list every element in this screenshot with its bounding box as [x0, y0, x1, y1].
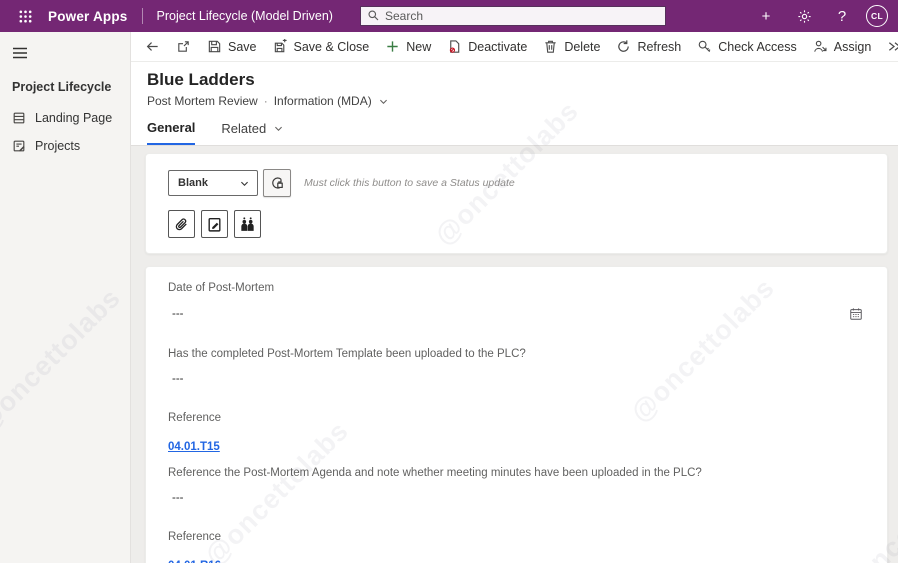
- tab-label: General: [147, 120, 195, 135]
- command-label: Save & Close: [294, 40, 370, 54]
- flow-icon: [887, 39, 898, 54]
- check-access-button[interactable]: Check Access: [689, 33, 805, 61]
- delete-button[interactable]: Delete: [535, 33, 608, 61]
- sidebar-item-projects[interactable]: Projects: [0, 132, 130, 160]
- topbar-divider: [142, 8, 143, 24]
- status-hint-text: Must click this button to save a Status …: [304, 177, 515, 189]
- save-and-close-button[interactable]: Save & Close: [265, 33, 378, 61]
- field-label: Reference the Post-Mortem Agenda and not…: [168, 467, 863, 479]
- attendees-button[interactable]: [234, 210, 261, 238]
- avatar[interactable]: CL: [866, 5, 888, 27]
- open-in-new-window-icon: [176, 39, 191, 54]
- waffle-menu-icon[interactable]: [10, 0, 40, 32]
- notes-edit-button[interactable]: [201, 210, 228, 238]
- gear-icon[interactable]: [790, 0, 818, 32]
- assign-person-icon: [813, 39, 828, 54]
- form-body: Blank: [131, 146, 898, 563]
- post-mortem-fields-card: Date of Post-Mortem ---: [145, 266, 888, 563]
- deactivate-button[interactable]: Deactivate: [439, 33, 535, 61]
- save-status-button[interactable]: [263, 169, 291, 197]
- form-pencil-icon: [12, 139, 26, 153]
- sidebar-item-label: Landing Page: [35, 111, 112, 125]
- command-bar: Save Save & Close: [131, 32, 898, 62]
- form-name: Information (MDA): [274, 94, 372, 108]
- attachment-button[interactable]: [168, 210, 195, 238]
- save-icon: [207, 39, 222, 54]
- refresh-icon: [616, 39, 631, 54]
- command-label: Delete: [564, 40, 600, 54]
- field-agenda-minutes: Reference the Post-Mortem Agenda and not…: [168, 467, 863, 504]
- field-value[interactable]: ---: [168, 308, 184, 320]
- tab-label: Related: [221, 121, 266, 136]
- form-selector[interactable]: Information (MDA): [274, 94, 389, 108]
- help-icon[interactable]: ?: [828, 0, 856, 32]
- form-tabs: General Related: [147, 120, 898, 145]
- power-apps-window: Power Apps Project Lifecycle (Model Driv…: [0, 0, 898, 563]
- field-date-of-post-mortem: Date of Post-Mortem ---: [168, 282, 863, 321]
- status-dropdown[interactable]: Blank: [168, 170, 258, 196]
- command-label: New: [406, 40, 431, 54]
- chevron-down-icon: [378, 96, 389, 107]
- field-value[interactable]: ---: [168, 492, 863, 504]
- field-reference-1: Reference 04.01.T15: [168, 412, 863, 467]
- search-input[interactable]: [360, 6, 666, 26]
- sidebar-area-title: Project Lifecycle: [0, 68, 130, 104]
- command-label: Check Access: [718, 40, 797, 54]
- calendar-icon[interactable]: [849, 307, 863, 321]
- deactivate-icon: [447, 39, 462, 54]
- tab-general[interactable]: General: [147, 120, 195, 145]
- back-button[interactable]: [137, 33, 168, 61]
- field-value[interactable]: ---: [168, 373, 863, 385]
- top-app-bar: Power Apps Project Lifecycle (Model Driv…: [0, 0, 898, 32]
- entity-name: Post Mortem Review: [147, 94, 258, 108]
- record-header: Blue Ladders Post Mortem Review · Inform…: [131, 62, 898, 146]
- global-search[interactable]: [360, 6, 666, 26]
- site-map-sidebar: Project Lifecycle Landing Page: [0, 32, 131, 563]
- field-label: Date of Post-Mortem: [168, 282, 863, 294]
- popout-button[interactable]: [168, 33, 199, 61]
- save-close-icon: [273, 39, 288, 54]
- field-label: Has the completed Post-Mortem Template b…: [168, 348, 863, 360]
- status-update-card: Blank: [145, 153, 888, 254]
- field-reference-2: Reference 04.01.R16: [168, 531, 863, 563]
- rows-icon: [12, 111, 26, 125]
- record-title: Blue Ladders: [147, 70, 898, 90]
- refresh-button[interactable]: Refresh: [608, 33, 689, 61]
- trash-icon: [543, 39, 558, 54]
- assign-button[interactable]: Assign: [805, 33, 880, 61]
- field-template-uploaded: Has the completed Post-Mortem Template b…: [168, 348, 863, 385]
- tab-related[interactable]: Related: [221, 120, 284, 145]
- command-label: Deactivate: [468, 40, 527, 54]
- chevron-down-icon: [239, 178, 250, 189]
- field-label: Reference: [168, 412, 863, 424]
- sidebar-item-landing-page[interactable]: Landing Page: [0, 104, 130, 132]
- status-dropdown-value: Blank: [178, 177, 208, 189]
- app-title[interactable]: Project Lifecycle (Model Driven): [157, 9, 333, 23]
- back-arrow-icon: [145, 39, 160, 54]
- search-icon: [367, 9, 380, 27]
- save-button[interactable]: Save: [199, 33, 265, 61]
- command-label: Save: [228, 40, 257, 54]
- separator-dot: ·: [264, 94, 268, 108]
- command-label: Assign: [834, 40, 872, 54]
- field-label: Reference: [168, 531, 863, 543]
- add-icon[interactable]: +: [752, 0, 780, 32]
- command-label: Refresh: [637, 40, 681, 54]
- sidebar-item-label: Projects: [35, 139, 80, 153]
- reference-link[interactable]: 04.01.T15: [168, 441, 220, 453]
- chevron-down-icon: [273, 123, 284, 134]
- brand-title[interactable]: Power Apps: [48, 9, 128, 24]
- key-magnifier-icon: [697, 39, 712, 54]
- new-button[interactable]: New: [377, 33, 439, 61]
- flow-button[interactable]: Flow: [879, 33, 898, 61]
- plus-icon: [385, 39, 400, 54]
- hamburger-menu-icon[interactable]: [0, 38, 34, 68]
